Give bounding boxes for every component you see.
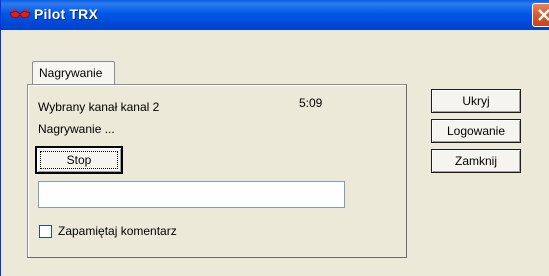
title-bar[interactable]: Pilot TRX — [1, 0, 549, 30]
recording-status-text: Nagrywanie ... — [38, 122, 115, 136]
tab-label: Nagrywanie — [39, 66, 103, 80]
window-title: Pilot TRX — [34, 6, 99, 22]
recording-time: 5:09 — [299, 96, 323, 110]
selected-channel-text: Wybrany kanał kanal 2 — [38, 100, 160, 114]
comment-input[interactable] — [38, 181, 345, 208]
close-button[interactable]: Zamknij — [431, 149, 521, 173]
logging-button[interactable]: Logowanie — [431, 119, 521, 143]
remember-comment-checkbox[interactable] — [39, 225, 52, 238]
hide-button-label: Ukryj — [462, 94, 490, 108]
close-button-label: Zamknij — [454, 154, 497, 168]
tab-nagrywanie[interactable]: Nagrywanie — [32, 61, 115, 84]
pilot-trx-window: Pilot TRX Nagrywanie Wybrany kanał kanal… — [0, 0, 549, 276]
close-window-button[interactable] — [532, 3, 549, 27]
hide-button[interactable]: Ukryj — [431, 89, 521, 113]
logging-button-label: Logowanie — [446, 124, 506, 138]
focus-rect — [40, 151, 118, 169]
stop-button[interactable]: Stop — [35, 146, 123, 174]
close-icon — [538, 9, 549, 21]
red-glasses-icon — [9, 7, 31, 19]
remember-comment-label[interactable]: Zapamiętaj komentarz — [58, 224, 177, 238]
